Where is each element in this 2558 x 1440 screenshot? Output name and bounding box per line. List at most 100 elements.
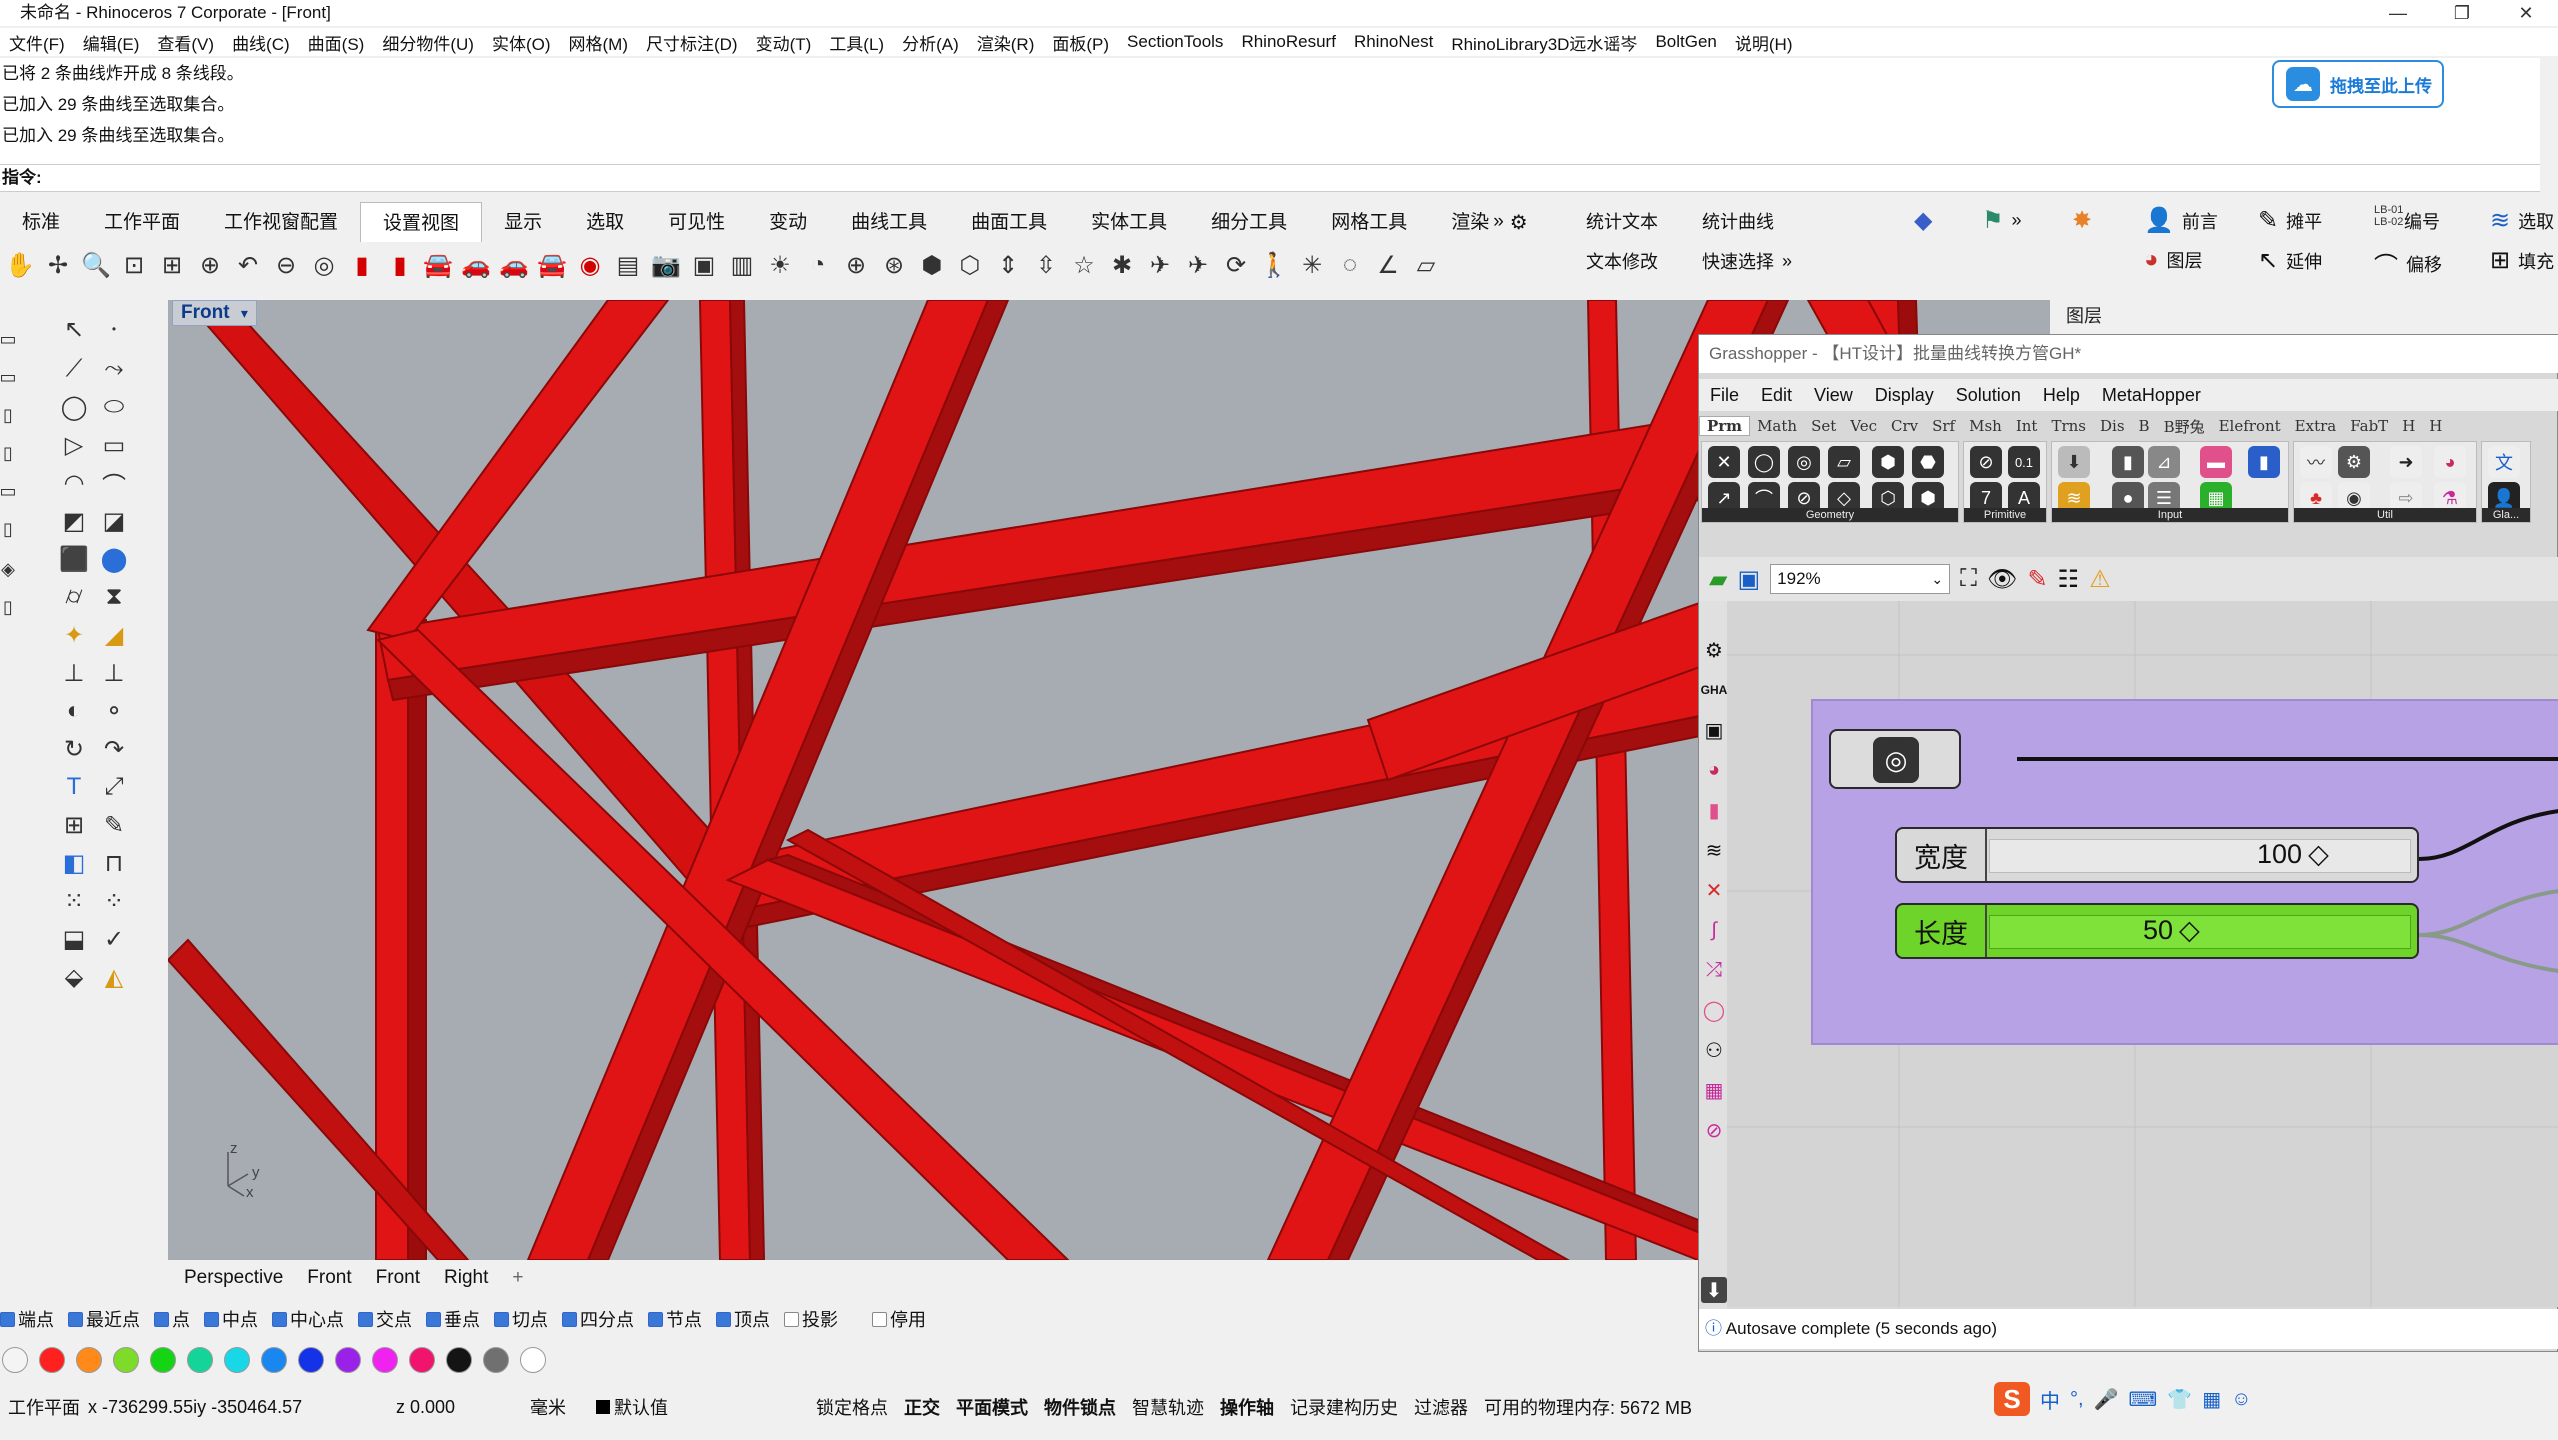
polyline-icon[interactable]: ⟋ <box>56 352 92 386</box>
menu-tools[interactable]: 工具(L) <box>820 30 893 55</box>
checkbox-icon[interactable] <box>716 1311 731 1327</box>
tab-transform[interactable]: 变动 <box>747 202 829 242</box>
gh-cat-fabt[interactable]: FabT <box>2343 417 2395 435</box>
partial-icon[interactable]: ▯ <box>0 398 26 432</box>
partial-icon[interactable]: ▯ <box>0 590 26 624</box>
color-swatch[interactable] <box>409 1347 435 1373</box>
eye-icon[interactable]: 👁 <box>1987 565 2017 594</box>
arc-icon[interactable]: ◠ <box>56 466 92 500</box>
check-icon[interactable]: ✓ <box>96 922 132 956</box>
array-icon[interactable]: ⁙ <box>56 884 92 918</box>
color-swatch[interactable] <box>261 1347 287 1373</box>
boolean-icon[interactable]: ◐ <box>56 694 92 728</box>
menu-file[interactable]: 文件(F) <box>0 30 74 55</box>
menu-rhinonest[interactable]: RhinoNest <box>1345 32 1442 52</box>
menu-view[interactable]: 查看(V) <box>148 30 223 55</box>
menu-sectiontools[interactable]: SectionTools <box>1118 32 1232 52</box>
checkbox-icon[interactable] <box>562 1311 577 1327</box>
gh-param-icon[interactable]: 〰 <box>2300 446 2332 478</box>
gh-menu-solution[interactable]: Solution <box>1945 385 2032 406</box>
camera-icon[interactable]: 📷 <box>648 247 684 283</box>
menu-help[interactable]: 说明(H) <box>1726 30 1802 55</box>
checkbox-icon[interactable] <box>204 1311 219 1327</box>
sketch-icon[interactable]: ✎ <box>2027 565 2047 594</box>
orbit-icon[interactable]: ⟳ <box>1218 247 1254 283</box>
gh-param-icon[interactable]: ⬣ <box>1912 446 1944 478</box>
osnap-point[interactable]: 点 <box>154 1306 190 1332</box>
layer-button[interactable]: ◕ 图层 <box>2144 246 2203 274</box>
gh-menu-view[interactable]: View <box>1803 385 1864 406</box>
gh-param-icon[interactable]: ➜ <box>2390 446 2422 478</box>
status-smart-track[interactable]: 智慧轨迹 <box>1124 1394 1212 1420</box>
partial-icon[interactable]: ▯ <box>0 512 26 546</box>
tab-subd-tools[interactable]: 细分工具 <box>1189 202 1309 242</box>
zoom-out-icon[interactable]: ⊖ <box>268 247 304 283</box>
rotate-icon[interactable]: ↻ <box>56 732 92 766</box>
gh-tool-icon[interactable]: ∫ <box>1701 917 1727 943</box>
array-polar-icon[interactable]: ⁘ <box>96 884 132 918</box>
gh-menu-file[interactable]: File <box>1699 385 1750 406</box>
checkbox-icon[interactable] <box>494 1311 509 1327</box>
stat-curve-button[interactable]: 统计曲线 <box>1702 208 1774 234</box>
menu-subd[interactable]: 细分物件(U) <box>373 30 483 55</box>
gh-param-icon[interactable]: ▮ <box>2112 446 2144 478</box>
trim-icon[interactable]: ⊥ <box>96 656 132 690</box>
tab-solid-tools[interactable]: 实体工具 <box>1069 202 1189 242</box>
open-folder-icon[interactable]: ▰ <box>1709 565 1727 594</box>
box-icon[interactable]: ⬛ <box>56 542 92 576</box>
close-button[interactable]: ✕ <box>2494 0 2558 26</box>
menu-rhinoresurf[interactable]: RhinoResurf <box>1232 32 1345 52</box>
tab-set-view[interactable]: 设置视图 <box>360 202 483 242</box>
gh-tool-icon[interactable]: ⚇ <box>1701 1037 1727 1063</box>
fill-button[interactable]: ⊞ 填充 <box>2490 246 2554 275</box>
gh-cat-math[interactable]: Math <box>1750 417 1804 435</box>
chevron-down-icon[interactable]: ▾ <box>241 305 248 321</box>
more-icon[interactable]: » <box>1782 251 1792 272</box>
sparkle-icon[interactable]: ✳ <box>1294 247 1330 283</box>
osnap-tan[interactable]: 切点 <box>494 1306 548 1332</box>
color-swatch[interactable] <box>520 1347 546 1373</box>
zoom-selected-icon[interactable]: ⊕ <box>192 247 228 283</box>
slider-width[interactable]: 宽度 100 ◇ <box>1895 827 2419 883</box>
status-osnap[interactable]: 物件锁点 <box>1036 1394 1124 1420</box>
tabs-overflow-button[interactable]: » <box>1493 211 1504 233</box>
menu-solid[interactable]: 实体(O) <box>483 30 560 55</box>
color-swatch[interactable] <box>298 1347 324 1373</box>
gh-cat-transform[interactable]: Trns <box>2044 417 2093 435</box>
checkbox-icon[interactable] <box>872 1311 887 1327</box>
status-ortho[interactable]: 正交 <box>896 1394 948 1420</box>
punctuation-icon[interactable]: °, <box>2070 1388 2084 1411</box>
gh-tool-icon[interactable]: ✕ <box>1701 877 1727 903</box>
render-icon[interactable]: ◭ <box>96 960 132 994</box>
emoji-icon[interactable]: ☺ <box>2231 1388 2251 1411</box>
gh-cat-extra[interactable]: Extra <box>2288 417 2344 435</box>
color-swatch[interactable] <box>483 1347 509 1373</box>
gh-tool-icon[interactable]: ◯ <box>1701 997 1727 1023</box>
angle-icon[interactable]: ∠ <box>1370 247 1406 283</box>
slider-track[interactable] <box>1989 915 2411 949</box>
save-icon[interactable]: ▣ <box>1737 565 1760 594</box>
menu-panels[interactable]: 面板(P) <box>1043 30 1118 55</box>
checkbox-icon[interactable] <box>784 1311 799 1327</box>
select-arrow-icon[interactable]: ↖ <box>56 312 92 346</box>
checkbox-icon[interactable] <box>0 1311 15 1327</box>
gh-param-icon[interactable]: ▮ <box>2248 446 2280 478</box>
gh-param-icon[interactable]: ▬ <box>2200 446 2232 478</box>
color-swatch[interactable] <box>39 1347 65 1373</box>
menu-rhinolibrary[interactable]: RhinoLibrary3D远水谣岑 <box>1442 30 1646 55</box>
target-icon[interactable]: ⊛ <box>876 247 912 283</box>
tab-right[interactable]: Right <box>432 1267 500 1289</box>
osnap-disable[interactable]: 停用 <box>872 1306 926 1332</box>
maximize-button[interactable]: ❐ <box>2430 0 2494 26</box>
sweep-icon[interactable]: ⬓ <box>56 922 92 956</box>
add-tab-icon[interactable]: + <box>500 1267 535 1289</box>
gh-tool-icon[interactable]: ⊘ <box>1701 1117 1727 1143</box>
zoom-extents-icon[interactable]: ⛶ <box>1960 565 1977 593</box>
quick-select-button[interactable]: 快速选择 » <box>1702 248 1792 274</box>
curve-param-component[interactable]: ◎ <box>1829 729 1961 789</box>
circle-target-icon[interactable]: ◌ <box>1332 247 1368 283</box>
group-icon[interactable]: ⚬ <box>96 694 132 728</box>
menu-edit[interactable]: 编辑(E) <box>74 30 149 55</box>
plane-icon[interactable]: ▱ <box>1408 247 1444 283</box>
gh-param-icon[interactable]: ◯ <box>1748 446 1780 478</box>
